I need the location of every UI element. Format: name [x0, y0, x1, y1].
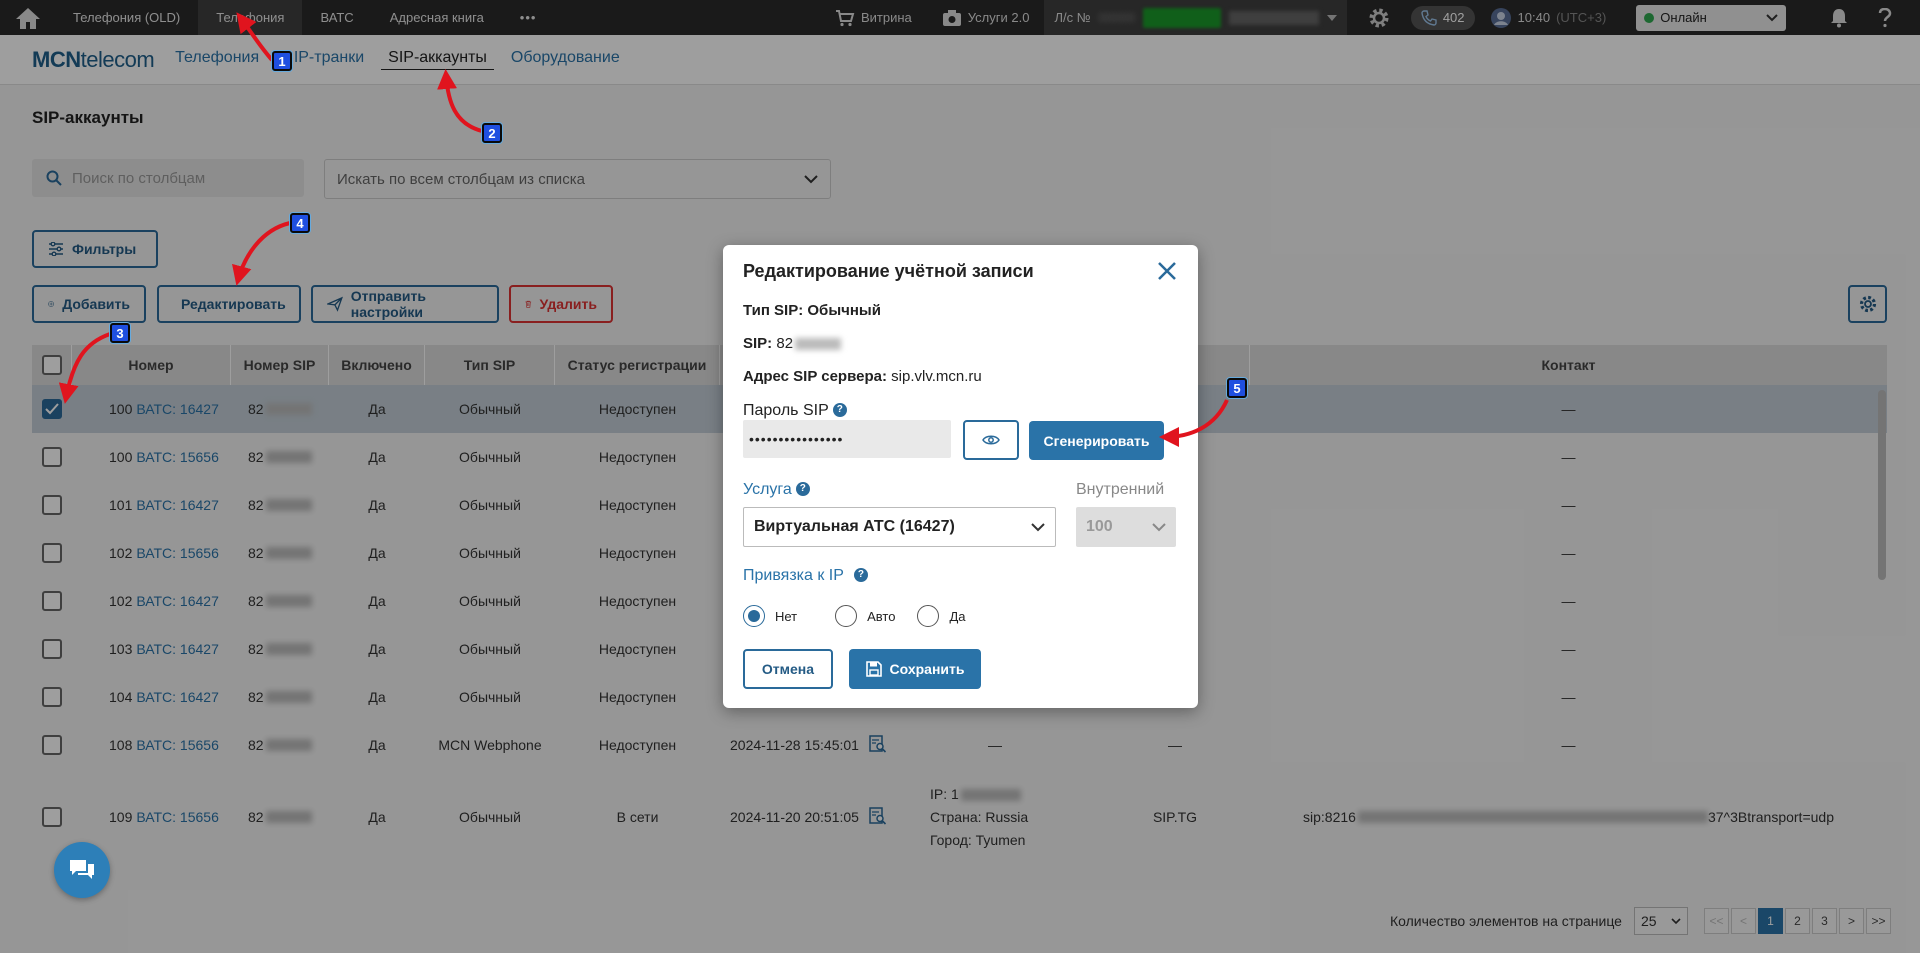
- chevron-down-icon: [1152, 522, 1166, 531]
- sip-type-text: Тип SIP: Обычный: [743, 302, 881, 319]
- server-line: Адрес SIP сервера: sip.vlv.mcn.ru: [743, 368, 982, 385]
- sip-line: SIP: 82: [743, 335, 842, 352]
- floppy-icon: [865, 661, 882, 677]
- annotation-1: 1: [272, 51, 292, 71]
- password-label: Пароль SIP: [743, 402, 829, 419]
- help-icon[interactable]: ?: [853, 567, 868, 582]
- chevron-down-icon: [1031, 522, 1045, 531]
- internal-label: Внутренний: [1076, 481, 1165, 498]
- sip-label: SIP:: [743, 335, 773, 352]
- ip-binding-radios: Нет Авто Да: [743, 605, 966, 627]
- edit-account-modal: Редактирование учётной записи Тип SIP: О…: [723, 245, 1198, 708]
- sip-value-redacted: [795, 338, 842, 351]
- cancel-button[interactable]: Отмена: [743, 649, 833, 689]
- sip-type-line: Тип SIP: Обычный: [743, 302, 881, 319]
- radio-no-label: Нет: [775, 608, 798, 624]
- radio-no[interactable]: Нет: [743, 605, 797, 627]
- password-input[interactable]: ••••••••••••••••: [743, 420, 951, 458]
- radio-no-dot[interactable]: [743, 605, 765, 627]
- radio-auto[interactable]: Авто: [835, 605, 895, 627]
- server-label: Адрес SIP сервера:: [743, 368, 887, 385]
- help-icon[interactable]: ?: [832, 402, 847, 417]
- annotation-2: 2: [482, 123, 502, 143]
- save-button[interactable]: Сохранить: [849, 649, 981, 689]
- service-value: Виртуальная АТС (16427): [754, 518, 955, 535]
- server-value: sip.vlv.mcn.ru: [891, 368, 982, 385]
- radio-yes-label: Да: [949, 608, 966, 624]
- service-label: Услуга: [743, 481, 792, 498]
- radio-yes-dot[interactable]: [917, 605, 940, 627]
- annotation-3: 3: [110, 323, 130, 343]
- close-icon[interactable]: [1155, 259, 1179, 283]
- radio-auto-dot[interactable]: [835, 605, 858, 627]
- chat-button[interactable]: [54, 842, 110, 898]
- save-label: Сохранить: [889, 661, 965, 677]
- ip-binding-label: Привязка к IP: [743, 567, 844, 584]
- internal-value: 100: [1086, 518, 1113, 535]
- annotation-5: 5: [1227, 378, 1247, 398]
- help-icon[interactable]: ?: [795, 481, 810, 496]
- modal-title: Редактирование учётной записи: [743, 261, 1034, 281]
- password-label-line: Пароль SIP?: [743, 402, 847, 420]
- sip-value: 82: [776, 335, 794, 352]
- ip-binding-label-line: Привязка к IP?: [743, 567, 868, 585]
- generate-button[interactable]: Сгенерировать: [1029, 421, 1164, 460]
- eye-icon: [982, 435, 1000, 445]
- radio-yes[interactable]: Да: [917, 605, 966, 627]
- internal-select: 100: [1076, 507, 1176, 547]
- chat-icon: [70, 860, 94, 879]
- show-password-button[interactable]: [963, 420, 1019, 460]
- annotation-4: 4: [290, 213, 310, 233]
- service-label-line: Услуга?: [743, 481, 810, 499]
- radio-auto-label: Авто: [867, 608, 896, 624]
- service-select[interactable]: Виртуальная АТС (16427): [743, 507, 1056, 547]
